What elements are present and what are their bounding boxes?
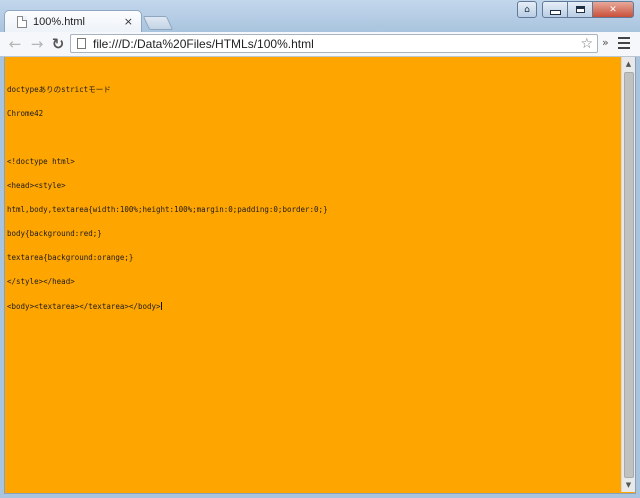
page-viewport: doctypeありのstrictモード Chrome42 <!doctype h… (4, 57, 636, 494)
text-line: body{background:red;} (7, 229, 102, 238)
page-icon (77, 38, 86, 49)
extensions-overflow-button[interactable]: » (602, 36, 609, 49)
minimize-button[interactable] (542, 1, 568, 18)
forward-button[interactable]: → (28, 35, 46, 53)
text-line: doctypeありのstrictモード (7, 85, 111, 94)
text-line: <!doctype html> (7, 157, 75, 166)
reload-button[interactable]: ↻ (49, 35, 67, 53)
profile-button[interactable]: ⌂ (517, 1, 537, 18)
profile-icon: ⌂ (524, 4, 530, 15)
browser-toolbar: ← → ↻ file:///D:/Data%20Files/HTMLs/100%… (0, 32, 640, 57)
menu-bar-icon (618, 47, 630, 49)
tab-100-html[interactable]: 100%.html × (4, 10, 142, 32)
text-line: <body><textarea></textarea></body> (7, 302, 161, 311)
text-line-blank (7, 134, 617, 142)
menu-bar-icon (618, 37, 630, 39)
tab-title: 100%.html (33, 15, 85, 28)
new-tab-button[interactable] (142, 16, 174, 30)
close-window-button[interactable]: ✕ (592, 1, 634, 18)
text-line-last: <body><textarea></textarea></body> (7, 302, 617, 311)
scroll-up-arrow-icon[interactable]: ▲ (622, 57, 635, 71)
vertical-scrollbar[interactable]: ▲ ▼ (621, 57, 635, 492)
scroll-down-arrow-icon[interactable]: ▼ (622, 478, 635, 492)
url-text[interactable]: file:///D:/Data%20Files/HTMLs/100%.html (93, 37, 580, 51)
document-icon (17, 15, 27, 28)
bookmark-star-icon[interactable]: ☆ (580, 36, 593, 52)
text-line: </style></head> (7, 277, 75, 286)
text-line: <head><style> (7, 181, 66, 190)
close-icon: ✕ (609, 4, 617, 15)
back-button[interactable]: ← (6, 35, 24, 53)
maximize-button[interactable] (567, 1, 593, 18)
address-bar[interactable]: file:///D:/Data%20Files/HTMLs/100%.html … (70, 34, 598, 53)
window-controls: ⌂ ✕ (517, 1, 634, 18)
menu-button[interactable] (618, 37, 630, 49)
title-bar: 100%.html × ⌂ ✕ (0, 0, 640, 32)
text-cursor (160, 302, 162, 310)
minimize-icon (549, 10, 561, 15)
menu-bar-icon (618, 42, 630, 44)
maximize-icon (575, 6, 585, 13)
text-line: html,body,textarea{width:100%;height:100… (7, 205, 328, 214)
scroll-thumb[interactable] (624, 72, 634, 478)
textarea-content[interactable]: doctypeありのstrictモード Chrome42 <!doctype h… (7, 70, 617, 327)
text-line: textarea{background:orange;} (7, 253, 134, 262)
text-line: Chrome42 (7, 109, 44, 118)
tab-close-icon[interactable]: × (124, 16, 133, 27)
